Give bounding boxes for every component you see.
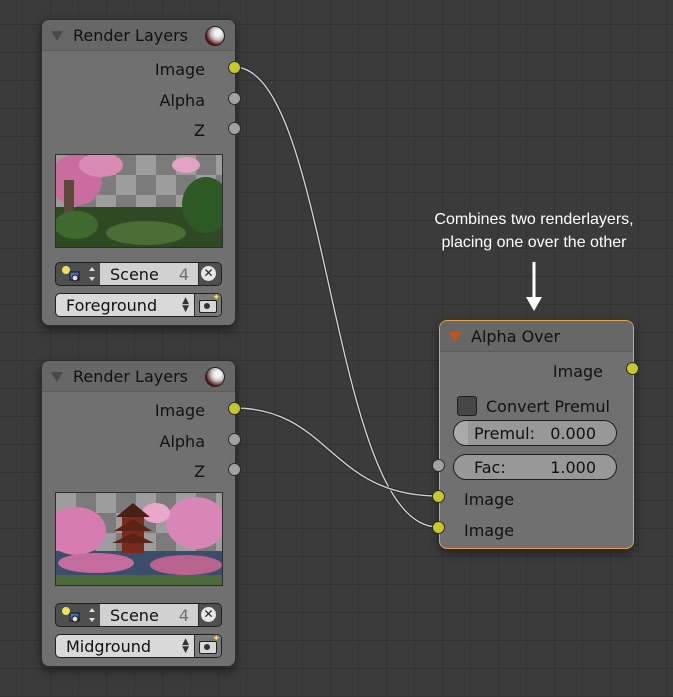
input-label-image-1: Image xyxy=(464,490,515,509)
updown-arrows-icon: ▲ ▼ xyxy=(182,637,189,655)
annotation-arrowhead xyxy=(526,297,542,311)
fac-label: Fac: xyxy=(474,458,506,477)
socket-fg-alpha-out[interactable] xyxy=(228,92,241,105)
input-label-image-2: Image xyxy=(464,521,515,540)
convert-premul-label: Convert Premul xyxy=(486,397,610,416)
premul-label: Premul: xyxy=(474,424,535,443)
scene-icon xyxy=(62,266,95,282)
scene-icon xyxy=(62,607,95,623)
render-preview-foreground xyxy=(55,154,223,248)
scene-user-count: 4 xyxy=(178,265,189,284)
scene-user-count: 4 xyxy=(178,606,189,625)
alpha-over-node[interactable]: Alpha Over Image Convert Premul Premul: … xyxy=(439,320,634,549)
close-icon: ✕ xyxy=(201,607,216,622)
render-layer-button[interactable]: ✦ xyxy=(194,635,221,657)
sparkle-icon: ✦ xyxy=(212,293,220,303)
fac-value: 1.000 xyxy=(550,458,596,477)
scene-name-field[interactable]: Scene 4 xyxy=(100,604,199,626)
output-label-alpha: Alpha xyxy=(159,91,206,110)
render-layers-node-midground[interactable]: Render Layers Image Alpha Z Scene 4 ✕ Mi… xyxy=(41,360,236,667)
output-label-image: Image xyxy=(154,401,205,420)
fac-field[interactable]: Fac: 1.000 xyxy=(453,454,617,480)
socket-mg-image-out[interactable] xyxy=(228,402,241,415)
render-layer-dropdown[interactable]: Foreground ▲ ▼ ✦ xyxy=(55,293,222,317)
foreground-scenery-image xyxy=(56,155,222,247)
node-title: Render Layers xyxy=(73,26,188,45)
render-layers-node-foreground[interactable]: Render Layers Image Alpha Z Scene 4 ✕ Fo… xyxy=(41,19,236,326)
node-title: Alpha Over xyxy=(471,327,561,346)
node-title: Render Layers xyxy=(73,367,188,386)
annotation-line-2: placing one over the other xyxy=(441,234,627,251)
scene-name: Scene xyxy=(110,606,159,625)
output-label-z: Z xyxy=(194,462,205,481)
node-header[interactable]: Render Layers xyxy=(42,20,235,51)
socket-fg-z-out[interactable] xyxy=(228,122,241,135)
convert-premul-checkbox[interactable] xyxy=(457,396,477,416)
socket-alpha-over-image-in-1[interactable] xyxy=(432,490,445,503)
premul-field[interactable]: Premul: 0.000 xyxy=(453,420,617,446)
socket-fg-image-out[interactable] xyxy=(228,61,241,74)
scene-browse-button[interactable] xyxy=(56,604,101,626)
collapse-arrow-icon[interactable] xyxy=(51,372,63,382)
render-layer-dropdown[interactable]: Midground ▲ ▼ ✦ xyxy=(55,634,222,658)
sparkle-icon: ✦ xyxy=(212,634,220,644)
layer-name: Foreground xyxy=(66,296,158,315)
updown-arrows-icon: ▲ ▼ xyxy=(182,296,189,314)
scene-name-field[interactable]: Scene 4 xyxy=(100,263,199,285)
output-label-alpha: Alpha xyxy=(159,432,206,451)
layer-select[interactable]: Foreground ▲ ▼ xyxy=(56,294,196,316)
socket-alpha-over-image-in-2[interactable] xyxy=(432,521,445,534)
annotation-line-1: Combines two renderlayers, xyxy=(434,211,634,228)
scene-selector[interactable]: Scene 4 ✕ xyxy=(55,262,222,286)
annotation-text: Combines two renderlayers, placing one o… xyxy=(404,208,664,254)
collapse-arrow-icon[interactable] xyxy=(449,332,461,342)
socket-mg-z-out[interactable] xyxy=(228,463,241,476)
scene-name: Scene xyxy=(110,265,159,284)
output-label-image: Image xyxy=(552,362,603,381)
socket-mg-alpha-out[interactable] xyxy=(228,433,241,446)
render-preview-midground xyxy=(55,492,223,586)
output-label-z: Z xyxy=(194,121,205,140)
layer-select[interactable]: Midground ▲ ▼ xyxy=(56,635,196,657)
socket-alpha-over-image-out[interactable] xyxy=(626,362,639,375)
link-fg-image-to-alpha-over-image-2 xyxy=(233,65,439,529)
output-label-image: Image xyxy=(154,60,205,79)
material-sphere-icon[interactable] xyxy=(205,367,225,387)
material-sphere-icon[interactable] xyxy=(205,26,225,46)
socket-alpha-over-fac-in[interactable] xyxy=(432,459,445,472)
node-header[interactable]: Alpha Over xyxy=(440,321,633,352)
collapse-arrow-icon[interactable] xyxy=(51,31,63,41)
node-header[interactable]: Render Layers xyxy=(42,361,235,392)
premul-value: 0.000 xyxy=(550,424,596,443)
unlink-scene-button[interactable]: ✕ xyxy=(197,604,221,626)
midground-scenery-image xyxy=(56,497,222,585)
render-layer-button[interactable]: ✦ xyxy=(194,294,221,316)
scene-browse-button[interactable] xyxy=(56,263,101,285)
layer-name: Midground xyxy=(66,637,152,656)
unlink-scene-button[interactable]: ✕ xyxy=(197,263,221,285)
premul-slider-fill xyxy=(454,421,468,445)
close-icon: ✕ xyxy=(201,266,216,281)
scene-selector[interactable]: Scene 4 ✕ xyxy=(55,603,222,627)
link-mg-image-to-alpha-over-image-1 xyxy=(233,406,439,498)
